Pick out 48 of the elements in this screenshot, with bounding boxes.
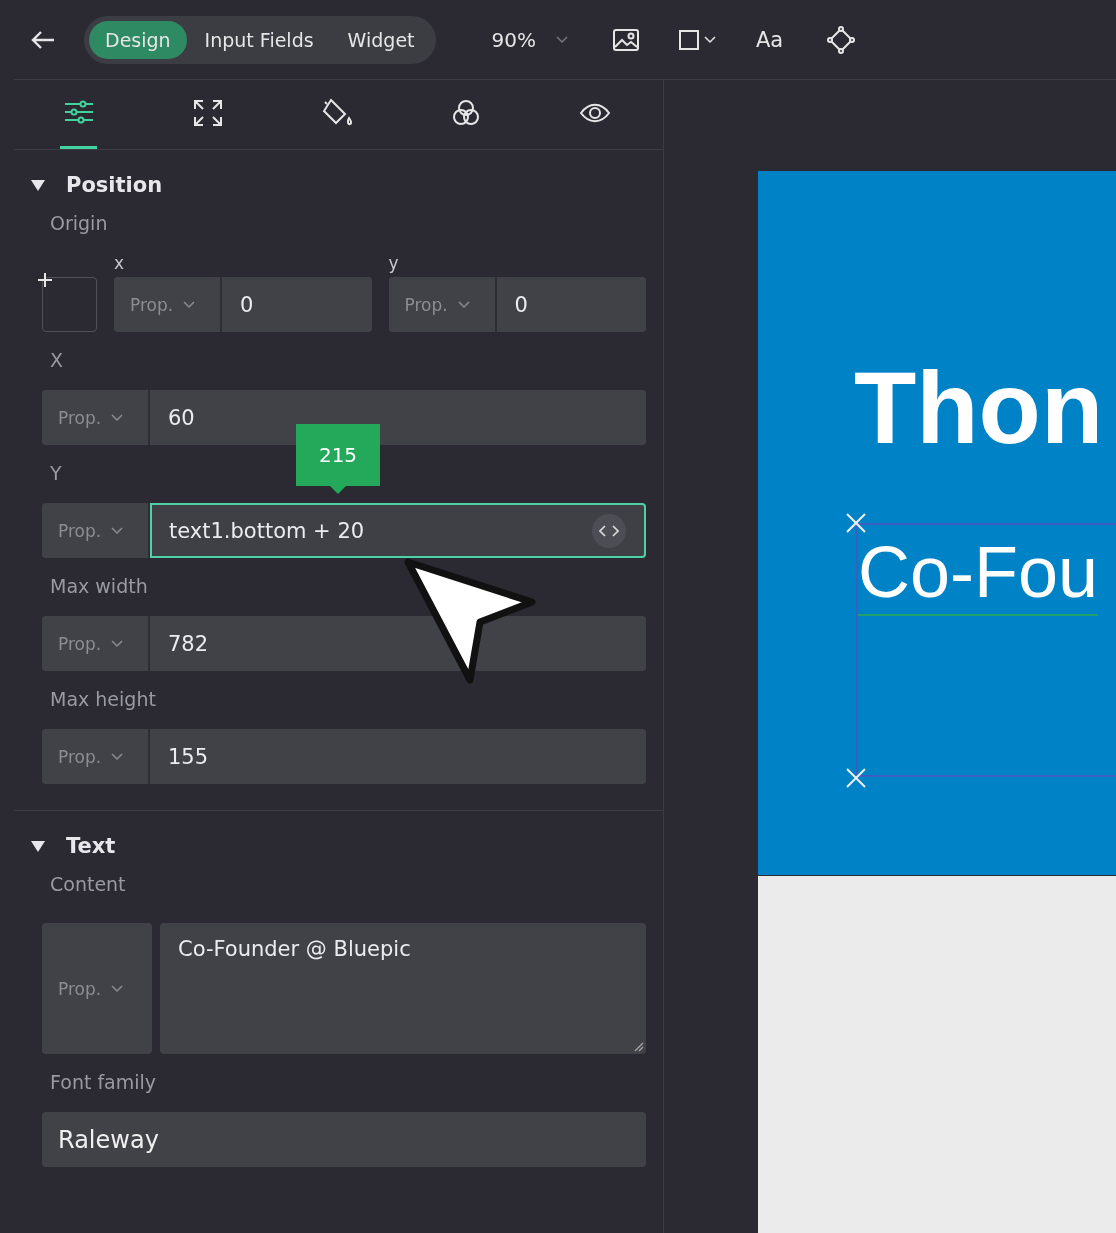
selection-frame[interactable]: Co-Fou bbox=[856, 523, 1116, 777]
resize-grip-icon[interactable] bbox=[634, 1042, 644, 1052]
image-button[interactable] bbox=[612, 27, 640, 52]
collapse-triangle-icon[interactable] bbox=[30, 178, 46, 192]
mode-tab[interactable]: Input Fields bbox=[188, 20, 330, 59]
axis-label: x bbox=[114, 253, 126, 273]
value-tooltip: 215 bbox=[296, 424, 380, 494]
chevron-down-icon bbox=[111, 526, 124, 535]
field-label: Y bbox=[50, 461, 63, 486]
chevron-down-icon bbox=[111, 639, 124, 648]
mode-tab[interactable]: Widget bbox=[331, 20, 431, 59]
value-field[interactable]: text1.bottom + 20 bbox=[150, 503, 646, 558]
font-select[interactable]: Raleway bbox=[42, 1112, 646, 1167]
three-circles-icon bbox=[452, 100, 479, 125]
resize-handle-icon[interactable] bbox=[846, 768, 866, 788]
code-toggle-button[interactable] bbox=[592, 513, 626, 548]
text-area[interactable]: Co-Founder @ Bluepic bbox=[160, 923, 646, 1054]
paint-bucket-icon bbox=[322, 98, 352, 126]
chevron-down-icon bbox=[111, 413, 124, 422]
tab-underline bbox=[60, 146, 97, 149]
field-label: Max width bbox=[50, 574, 149, 599]
chevron-down-icon bbox=[556, 35, 568, 44]
field-label: Max height bbox=[50, 687, 157, 712]
field-label: Font family bbox=[50, 1070, 158, 1095]
plus-icon bbox=[38, 273, 52, 287]
chevron-down-icon bbox=[111, 984, 124, 993]
axis-label: y bbox=[388, 253, 400, 273]
chevron-down-icon bbox=[457, 300, 470, 309]
section-title: Position bbox=[66, 173, 163, 197]
field-label: Origin bbox=[50, 211, 109, 236]
chevron-down-icon bbox=[111, 752, 124, 761]
chevron-down-icon bbox=[183, 300, 196, 309]
eye-icon bbox=[579, 103, 610, 123]
zoom-dropdown[interactable]: 90% bbox=[485, 26, 574, 53]
field-label: Content bbox=[50, 872, 127, 897]
component-button[interactable] bbox=[827, 25, 856, 54]
shape-button[interactable] bbox=[678, 28, 716, 51]
sliders-icon bbox=[63, 100, 94, 124]
expand-icon bbox=[193, 100, 222, 126]
section-title: Text bbox=[66, 834, 116, 858]
code-icon bbox=[599, 524, 619, 537]
field-label: X bbox=[50, 348, 65, 373]
canvas-subtitle: Co-Fou bbox=[858, 531, 1099, 616]
collapse-triangle-icon[interactable] bbox=[30, 839, 46, 853]
canvas-title: Thon bbox=[854, 357, 1104, 459]
resize-handle-icon[interactable] bbox=[846, 513, 866, 533]
caret-icon bbox=[704, 35, 716, 44]
text-tool-button[interactable]: Aa bbox=[750, 26, 790, 53]
